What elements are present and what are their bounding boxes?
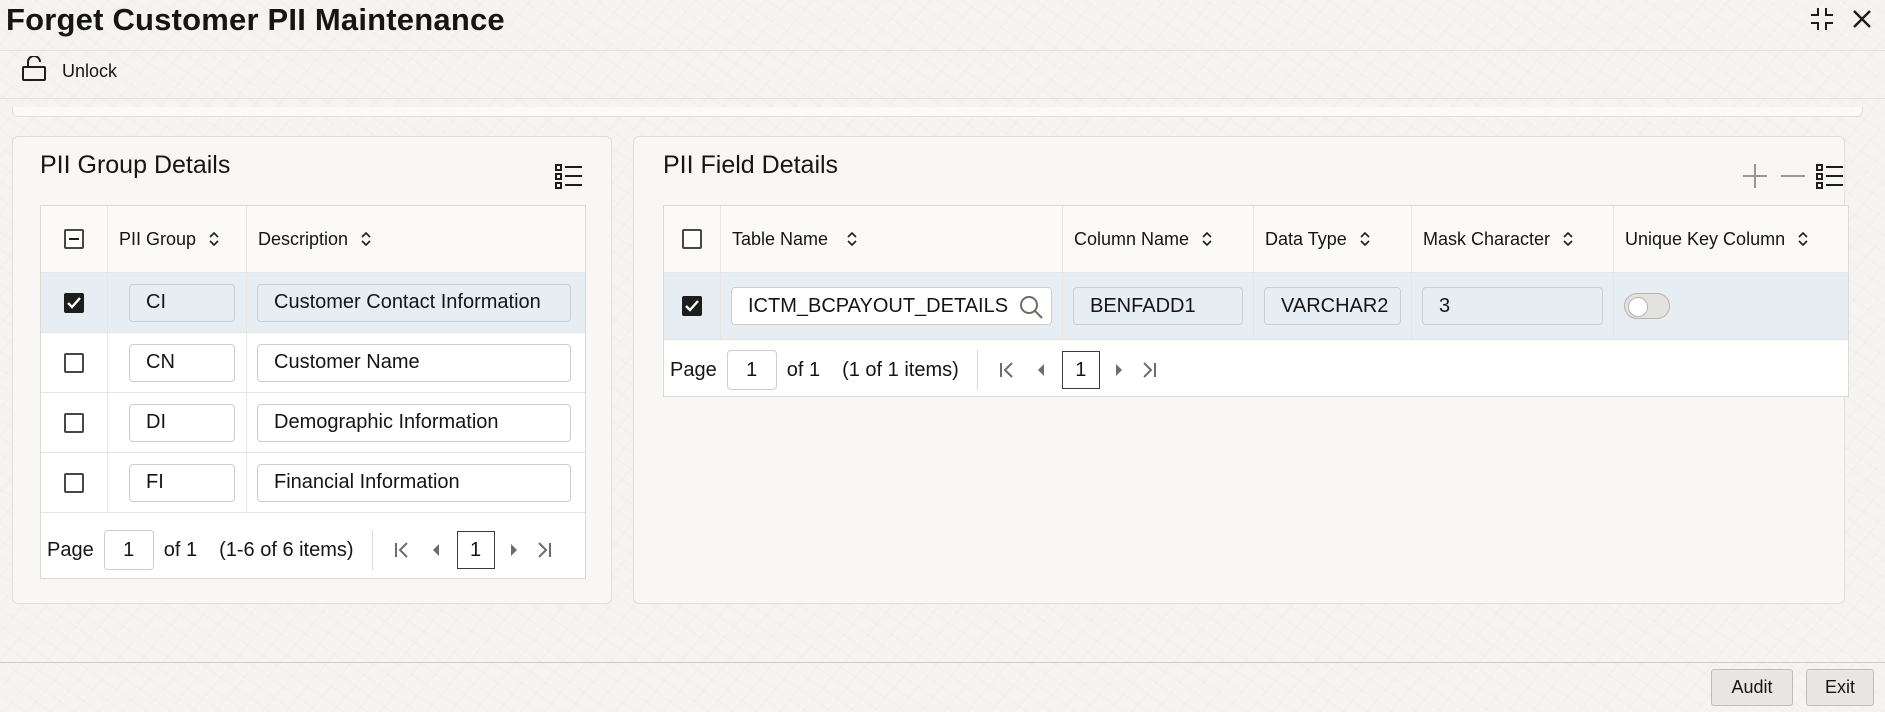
pii-field-panel: PII Field Details Table Name Column Name: [633, 136, 1849, 604]
current-page[interactable]: 1: [456, 531, 495, 569]
page-label: Page: [47, 538, 94, 561]
previous-page-icon[interactable]: [421, 531, 451, 569]
column-name-field[interactable]: BENFADD1: [1073, 287, 1243, 325]
page-label: Page: [670, 358, 717, 381]
sort-icon: [1359, 230, 1371, 248]
pii-group-title: PII Group Details: [40, 151, 231, 179]
table-name-field[interactable]: ICTM_BCPAYOUT_DETAILS: [731, 287, 1052, 325]
column-header-column-name[interactable]: Column Name: [1063, 206, 1254, 272]
page-input[interactable]: 1: [103, 530, 154, 570]
next-page-icon[interactable]: [1104, 351, 1134, 389]
table-row[interactable]: DI Demographic Information: [41, 393, 585, 453]
audit-button[interactable]: Audit: [1711, 669, 1793, 706]
description-field[interactable]: Financial Information: [257, 463, 571, 502]
first-page-icon[interactable]: [992, 351, 1022, 389]
unlock-button[interactable]: Unlock: [20, 55, 118, 87]
divider: [371, 530, 373, 570]
pii-field-title: PII Field Details: [663, 151, 839, 179]
sort-icon: [208, 230, 220, 248]
pii-group-table: PII Group Description CI Customer Contac…: [40, 205, 586, 579]
sort-icon: [1201, 230, 1213, 248]
window-controls: [1807, 4, 1877, 34]
pii-group-field[interactable]: FI: [129, 463, 235, 502]
description-field[interactable]: Demographic Information: [257, 403, 571, 442]
column-header-data-type[interactable]: Data Type: [1254, 206, 1412, 272]
data-type-field[interactable]: VARCHAR2: [1264, 287, 1401, 325]
row-checkbox[interactable]: [64, 352, 84, 373]
pii-group-panel: PII Group Details PII Group Description: [12, 136, 612, 604]
select-all-checkbox[interactable]: [64, 229, 84, 249]
unlock-icon: [20, 55, 48, 87]
column-header-table-name[interactable]: Table Name: [721, 206, 1063, 272]
column-header-unique-key[interactable]: Unique Key Column: [1614, 206, 1848, 272]
description-field[interactable]: Customer Name: [257, 343, 571, 382]
page-count: of 1: [163, 538, 198, 561]
close-icon[interactable]: [1847, 4, 1877, 34]
footer-divider: [0, 662, 1885, 663]
header-strip: [12, 107, 1863, 117]
divider: [0, 98, 1885, 99]
pii-group-field[interactable]: CN: [129, 343, 235, 382]
unique-key-toggle[interactable]: [1624, 293, 1670, 319]
next-page-icon[interactable]: [499, 531, 529, 569]
row-checkbox[interactable]: [64, 412, 84, 433]
table-header: Table Name Column Name Data Type Mask Ch…: [664, 206, 1848, 273]
previous-page-icon[interactable]: [1026, 351, 1056, 389]
row-checkbox[interactable]: [682, 296, 702, 316]
select-all-cell: [41, 206, 108, 272]
last-page-icon[interactable]: [529, 531, 559, 569]
table-row[interactable]: ICTM_BCPAYOUT_DETAILS BENFADD1 VARCHAR2 …: [664, 273, 1848, 340]
table-row[interactable]: FI Financial Information: [41, 453, 585, 513]
sort-icon: [1562, 230, 1574, 248]
row-checkbox[interactable]: [64, 472, 84, 493]
page-title: Forget Customer PII Maintenance: [6, 2, 505, 37]
divider: [976, 350, 978, 390]
row-checkbox[interactable]: [64, 292, 84, 313]
minimize-icon[interactable]: [1807, 4, 1837, 34]
add-row-icon[interactable]: [1739, 159, 1771, 193]
column-manager-icon[interactable]: [1813, 159, 1847, 193]
sort-icon: [846, 230, 858, 248]
select-all-checkbox[interactable]: [682, 229, 702, 249]
pii-group-field[interactable]: DI: [129, 403, 235, 442]
table-header: PII Group Description: [41, 206, 585, 273]
sort-icon: [360, 230, 372, 248]
mask-character-field[interactable]: 3: [1422, 287, 1603, 325]
last-page-icon[interactable]: [1134, 351, 1164, 389]
pagination: Page 1 of 1 (1-6 of 6 items) 1: [47, 530, 559, 570]
description-field[interactable]: Customer Contact Information: [257, 283, 571, 322]
table-row[interactable]: CI Customer Contact Information: [41, 273, 585, 333]
pii-field-table: Table Name Column Name Data Type Mask Ch…: [663, 205, 1849, 397]
items-count: (1-6 of 6 items): [219, 538, 354, 561]
first-page-icon[interactable]: [387, 531, 417, 569]
remove-row-icon[interactable]: [1777, 159, 1809, 193]
pagination: Page 1 of 1 (1 of 1 items) 1: [670, 350, 1164, 390]
column-header-pii-group[interactable]: PII Group: [108, 206, 247, 272]
current-page[interactable]: 1: [1061, 351, 1100, 389]
page-count: of 1: [786, 358, 821, 381]
unlock-label: Unlock: [62, 61, 118, 81]
page-input[interactable]: 1: [726, 350, 777, 390]
column-manager-icon[interactable]: [552, 159, 586, 193]
search-icon[interactable]: [1019, 295, 1043, 325]
items-count: (1 of 1 items): [842, 358, 959, 381]
column-header-mask-character[interactable]: Mask Character: [1412, 206, 1614, 272]
pii-group-field[interactable]: CI: [129, 283, 235, 322]
column-header-description[interactable]: Description: [247, 206, 585, 272]
table-row[interactable]: CN Customer Name: [41, 333, 585, 393]
divider: [0, 50, 1885, 51]
sort-icon: [1797, 230, 1809, 248]
exit-button[interactable]: Exit: [1806, 669, 1874, 706]
